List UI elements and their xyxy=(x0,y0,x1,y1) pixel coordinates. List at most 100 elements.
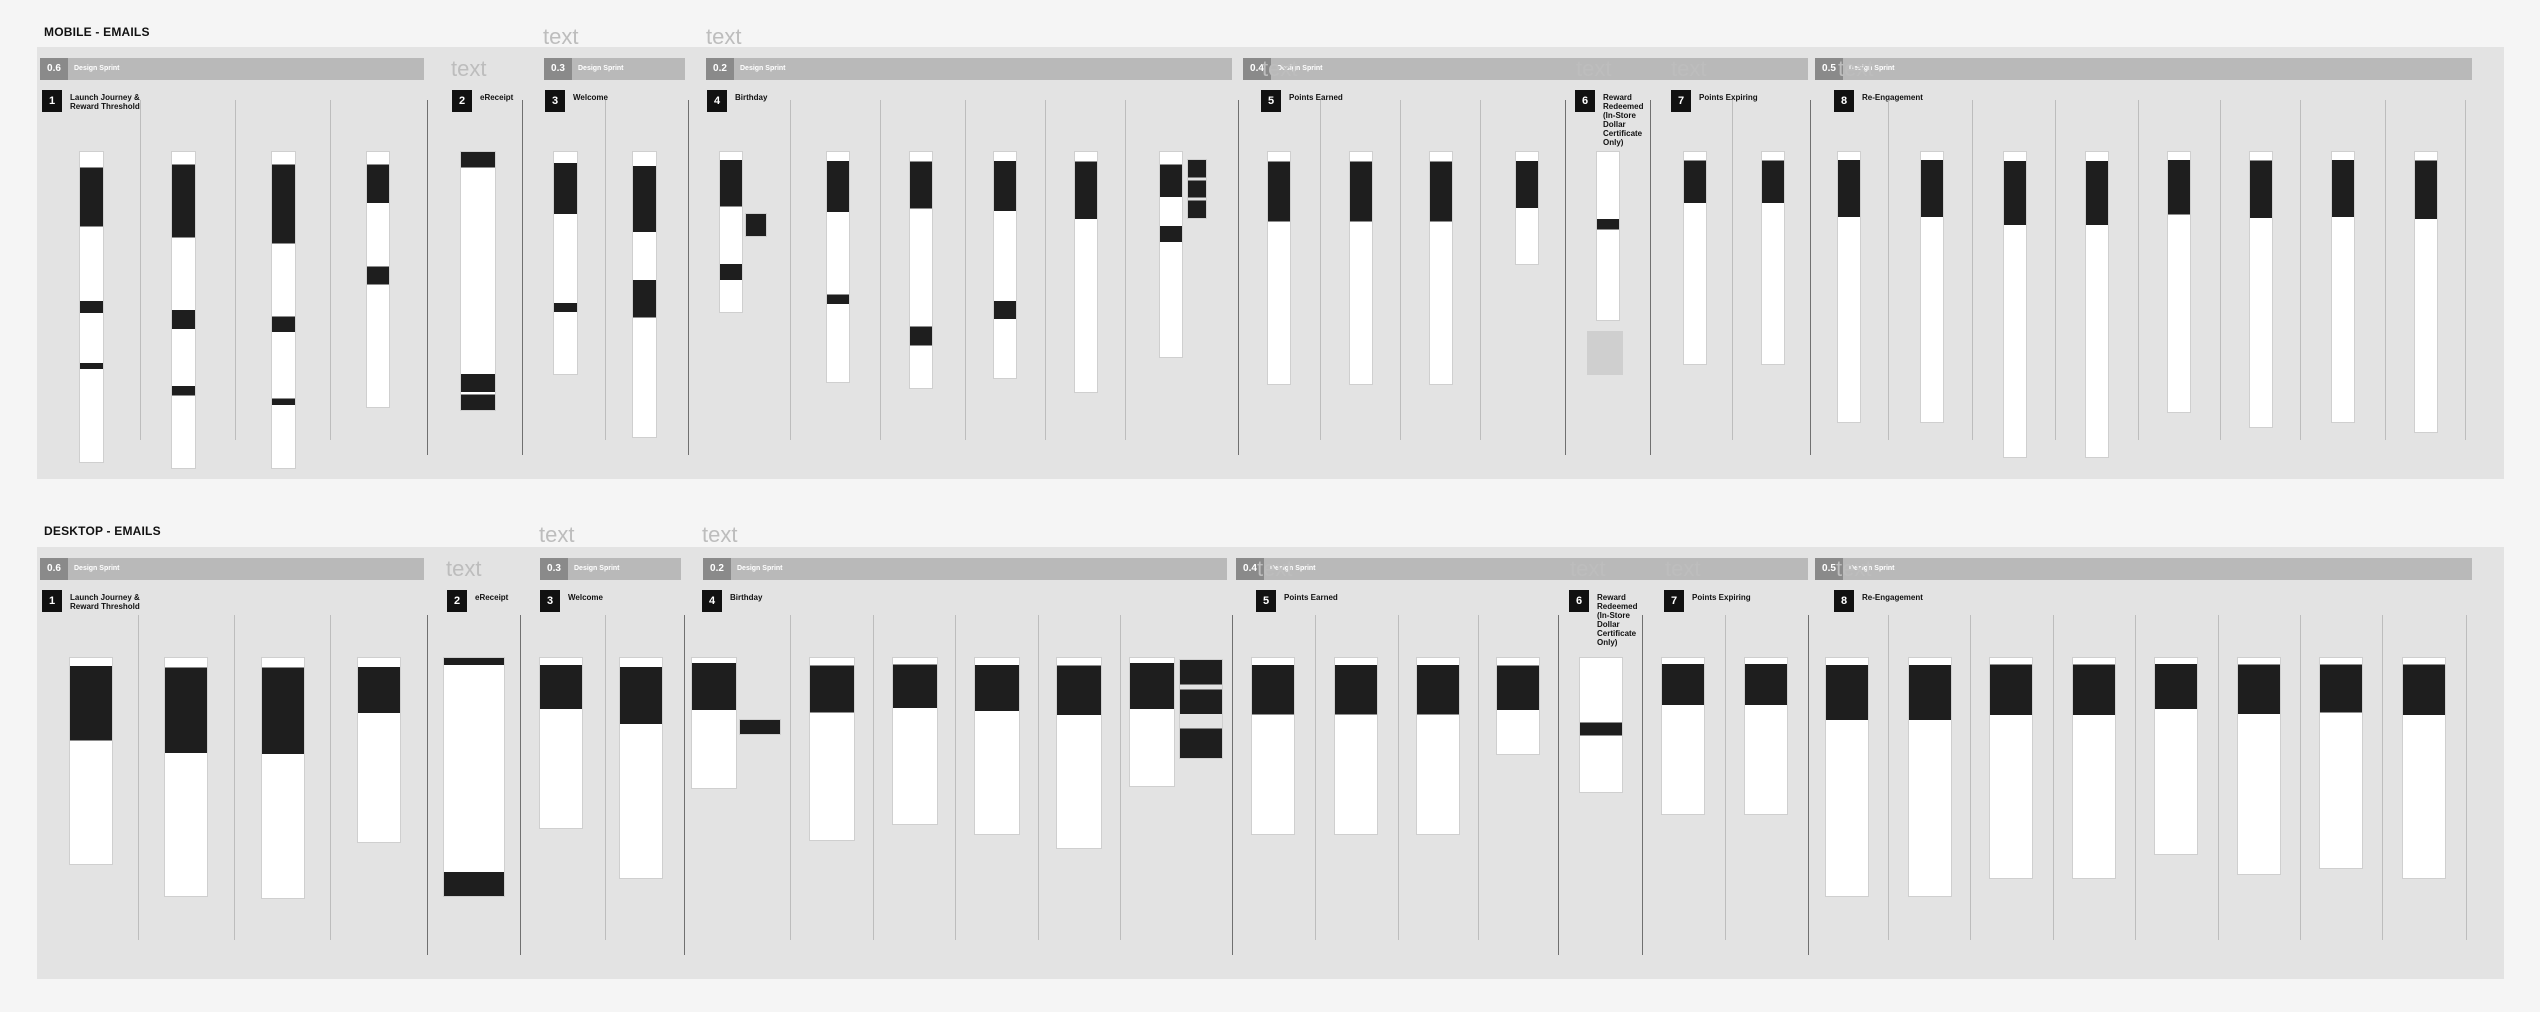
desktop-group-bar[interactable]: 0.4 Design Sprint xyxy=(1236,558,1808,580)
flow-number: 2 xyxy=(447,590,467,612)
email-thumbnail[interactable] xyxy=(70,658,112,864)
email-thumbnail[interactable] xyxy=(1516,152,1538,264)
email-thumbnail[interactable] xyxy=(1252,658,1294,834)
flow-number: 3 xyxy=(540,590,560,612)
stray-text[interactable]: text xyxy=(1838,56,1873,82)
stray-text[interactable]: text xyxy=(702,522,737,548)
email-thumbnail[interactable] xyxy=(172,152,195,468)
email-thumbnail[interactable] xyxy=(1160,152,1182,357)
stray-text[interactable]: text xyxy=(1570,556,1605,582)
email-thumbnail[interactable] xyxy=(810,658,854,840)
mobile-group-bar[interactable]: 0.5 Design Sprint xyxy=(1815,58,2472,80)
email-thumbnail[interactable] xyxy=(358,658,400,842)
version-badge: 0.2 xyxy=(706,58,734,80)
group-label: Design Sprint xyxy=(578,65,624,72)
flow-name: Points Expiring xyxy=(1692,593,1751,602)
stray-text[interactable]: text xyxy=(1576,56,1611,82)
email-thumbnail[interactable] xyxy=(554,152,577,374)
email-thumbnail[interactable] xyxy=(165,658,207,896)
email-thumbnail[interactable] xyxy=(2238,658,2280,874)
email-thumbnail[interactable] xyxy=(272,152,295,468)
mobile-group-bar[interactable]: 0.6 Design Sprint xyxy=(40,58,424,80)
email-thumbnail[interactable] xyxy=(2250,152,2272,427)
email-thumbnail[interactable] xyxy=(2004,152,2026,457)
mobile-group-bar[interactable]: 0.2 Design Sprint xyxy=(706,58,1232,80)
email-thumbnail[interactable] xyxy=(1268,152,1290,384)
email-thumbnail[interactable] xyxy=(620,658,662,878)
email-thumbnail[interactable] xyxy=(1580,658,1622,792)
stray-text[interactable]: text xyxy=(706,24,741,50)
stray-text[interactable]: text xyxy=(1665,556,1700,582)
email-thumbnail[interactable] xyxy=(1335,658,1377,834)
desktop-group-bar[interactable]: 0.3 Design Sprint xyxy=(540,558,681,580)
flow-name: Re-Engagement xyxy=(1862,93,1923,102)
email-thumbnail[interactable] xyxy=(1662,658,1704,814)
desktop-section-title: DESKTOP - EMAILS xyxy=(44,524,161,538)
email-thumbnail[interactable] xyxy=(1745,658,1787,814)
stray-text[interactable]: text xyxy=(539,522,574,548)
email-thumbnail[interactable] xyxy=(910,152,932,388)
desktop-group-bar[interactable]: 0.5 Design Sprint xyxy=(1815,558,2472,580)
desktop-group-bar[interactable]: 0.6 Design Sprint xyxy=(40,558,424,580)
desktop-group-bar[interactable]: 0.2 Design Sprint xyxy=(703,558,1227,580)
flow-name: Points Expiring xyxy=(1699,93,1758,102)
email-thumbnail[interactable] xyxy=(1075,152,1097,392)
stray-text[interactable]: text xyxy=(1257,556,1292,582)
email-thumbnail[interactable] xyxy=(1990,658,2032,878)
email-thumbnail[interactable] xyxy=(692,658,736,788)
email-thumbnail[interactable] xyxy=(262,658,304,898)
email-thumbnail[interactable] xyxy=(1417,658,1459,834)
stray-text[interactable]: text xyxy=(1836,556,1871,582)
email-thumbnail[interactable] xyxy=(1350,152,1372,384)
email-thumbnail[interactable] xyxy=(740,720,780,734)
flow-name: Birthday xyxy=(730,593,763,602)
flow-number: 7 xyxy=(1671,90,1691,112)
email-thumbnail[interactable] xyxy=(893,658,937,824)
email-thumbnail[interactable] xyxy=(2415,152,2437,432)
email-thumbnail[interactable] xyxy=(1826,658,1868,896)
flow-number: 7 xyxy=(1664,590,1684,612)
mobile-group-bar[interactable]: 0.3 Design Sprint xyxy=(544,58,685,80)
email-thumbnail[interactable] xyxy=(2320,658,2362,868)
email-thumbnail[interactable] xyxy=(2403,658,2445,878)
flow-name: Launch Journey & Reward Threshold xyxy=(70,593,140,611)
email-thumbnail[interactable] xyxy=(1684,152,1706,364)
email-thumbnail[interactable] xyxy=(1838,152,1860,422)
mobile-group-bar[interactable]: 0.4 Design Sprint xyxy=(1243,58,1808,80)
stray-text[interactable]: text xyxy=(451,56,486,82)
email-thumbnail[interactable] xyxy=(1909,658,1951,896)
email-thumbnail[interactable] xyxy=(1762,152,1784,364)
email-thumbnail[interactable] xyxy=(444,658,504,896)
email-thumbnail[interactable] xyxy=(2086,152,2108,457)
email-thumbnail[interactable] xyxy=(720,152,742,312)
flow-name: Points Earned xyxy=(1284,593,1338,602)
email-thumbnail[interactable] xyxy=(975,658,1019,834)
email-thumbnail[interactable] xyxy=(1057,658,1101,848)
email-thumbnail[interactable] xyxy=(80,152,103,462)
email-thumbnail[interactable] xyxy=(1597,152,1619,320)
flow-name: Welcome xyxy=(568,593,603,602)
stray-text[interactable]: text xyxy=(1262,56,1297,82)
email-thumbnail[interactable] xyxy=(1588,332,1622,374)
email-thumbnail[interactable] xyxy=(367,152,389,407)
email-thumbnail[interactable] xyxy=(2332,152,2354,422)
email-thumbnail[interactable] xyxy=(2073,658,2115,878)
stray-text[interactable]: text xyxy=(543,24,578,50)
email-thumbnail[interactable] xyxy=(633,152,656,437)
email-thumbnail[interactable] xyxy=(2155,658,2197,854)
email-thumbnail[interactable] xyxy=(994,152,1016,378)
email-thumbnail[interactable] xyxy=(1430,152,1452,384)
email-thumbnail[interactable] xyxy=(461,152,495,410)
email-thumbnail[interactable] xyxy=(540,658,582,828)
email-thumbnail[interactable] xyxy=(1180,660,1222,758)
stray-text[interactable]: text xyxy=(1671,56,1706,82)
email-thumbnail[interactable] xyxy=(1921,152,1943,422)
email-thumbnail[interactable] xyxy=(1188,160,1206,218)
email-thumbnail[interactable] xyxy=(746,214,766,236)
stray-text[interactable]: text xyxy=(446,556,481,582)
email-thumbnail[interactable] xyxy=(1130,658,1174,786)
email-thumbnail[interactable] xyxy=(1497,658,1539,754)
flow-number: 4 xyxy=(702,590,722,612)
email-thumbnail[interactable] xyxy=(827,152,849,382)
email-thumbnail[interactable] xyxy=(2168,152,2190,412)
